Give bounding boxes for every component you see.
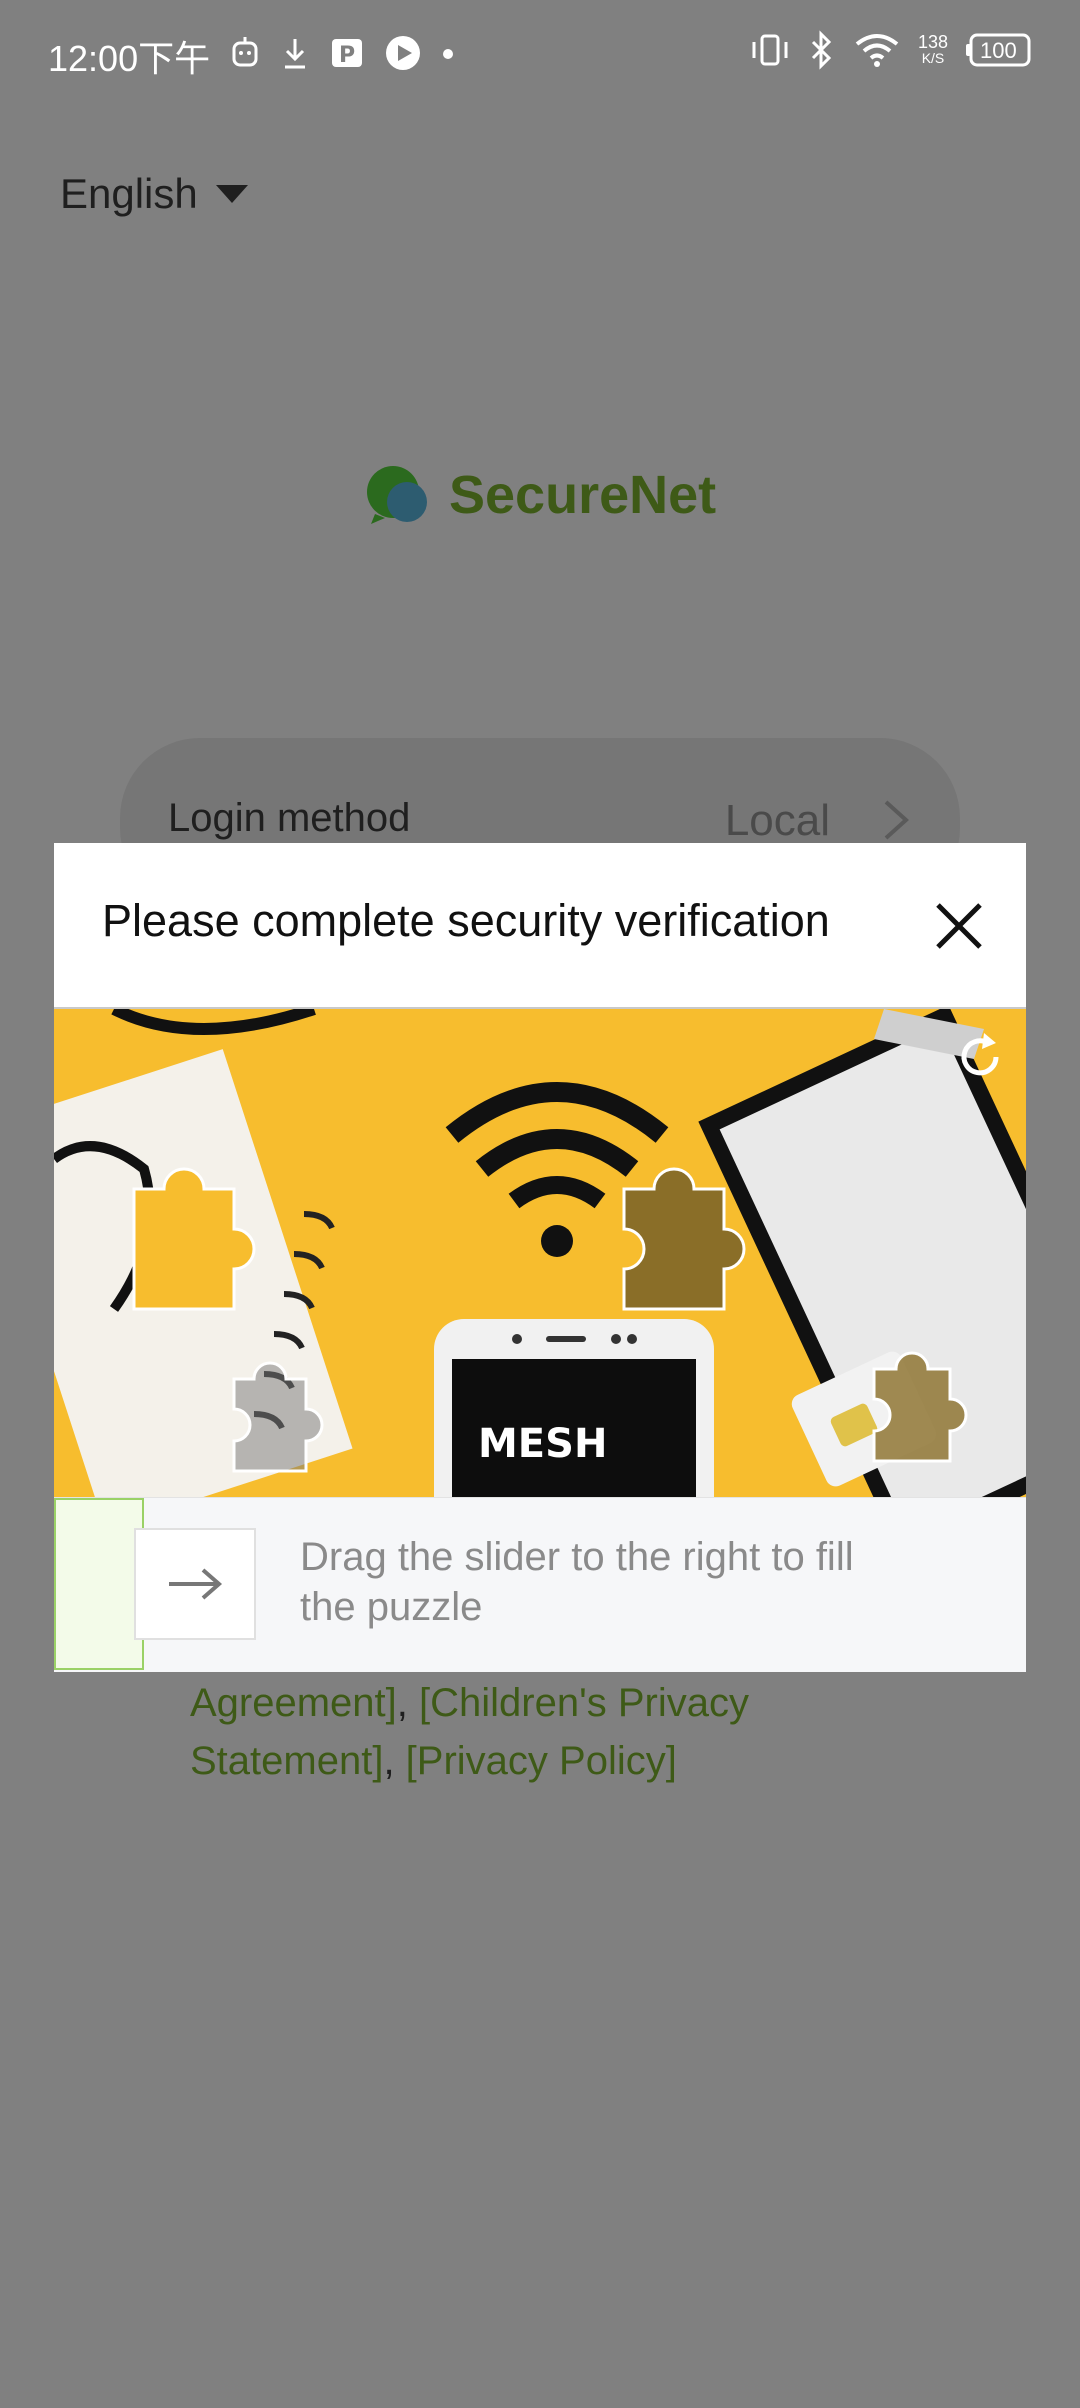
- login-method-label: Login method: [168, 796, 411, 840]
- language-label: English: [60, 170, 198, 217]
- robot-icon: [230, 34, 260, 72]
- user-agreement-link[interactable]: Agreement]: [190, 1681, 397, 1725]
- agreement-links: Agreement], [Children's Privacy Statemen…: [190, 1674, 890, 1790]
- wifi-icon: [854, 30, 900, 70]
- refresh-icon[interactable]: [952, 1029, 1008, 1090]
- net-speed-value: 138: [917, 32, 948, 52]
- notification-icons: P: [230, 34, 454, 72]
- system-icons: 138 K/S 100: [750, 30, 1032, 70]
- brand-name: SecureNet: [449, 465, 717, 525]
- link-separator: ,: [396, 1681, 420, 1725]
- battery-level: 100: [980, 38, 1017, 63]
- puzzle-image: MESH: [54, 1009, 1026, 1497]
- slider-handle[interactable]: [134, 1528, 256, 1640]
- close-icon[interactable]: [932, 899, 986, 958]
- link-separator: ,: [383, 1739, 406, 1783]
- language-selector[interactable]: English: [60, 170, 248, 218]
- status-bar: 12:00下午 P 138 K/S 100: [0, 0, 1080, 110]
- media-app-icon: [384, 34, 422, 72]
- slider-progress-fill: [54, 1498, 144, 1670]
- slider-hint-text: Drag the slider to the right to fill the…: [300, 1535, 854, 1629]
- security-verification-dialog: Please complete security verification ME…: [54, 843, 1026, 1672]
- download-icon: [280, 34, 310, 72]
- battery-icon: 100: [966, 33, 1032, 67]
- chat-bubbles-icon: [365, 464, 431, 526]
- brand-logo: SecureNet: [365, 464, 716, 526]
- arrow-right-icon: [169, 1568, 223, 1600]
- more-dot-icon: [442, 34, 454, 72]
- dialog-title: Please complete security verification: [102, 895, 830, 946]
- phone-screen-text: MESH: [478, 1421, 607, 1467]
- svg-text:P: P: [339, 43, 355, 68]
- bluetooth-icon: [808, 30, 836, 70]
- vibrate-icon: [750, 30, 790, 70]
- dialog-header: Please complete security verification: [54, 843, 1026, 1009]
- puzzle-slider-track: Drag the slider to the right to fill the…: [54, 1497, 1026, 1672]
- dropdown-arrow-icon: [215, 185, 248, 203]
- privacy-policy-link[interactable]: [Privacy Policy]: [406, 1739, 677, 1783]
- status-time: 12:00下午: [48, 38, 211, 79]
- login-method-value: Local: [724, 796, 830, 845]
- net-speed: 138 K/S: [917, 32, 948, 66]
- net-speed-unit: K/S: [921, 50, 945, 66]
- parking-icon: P: [330, 34, 364, 72]
- chevron-right-icon: [882, 798, 910, 847]
